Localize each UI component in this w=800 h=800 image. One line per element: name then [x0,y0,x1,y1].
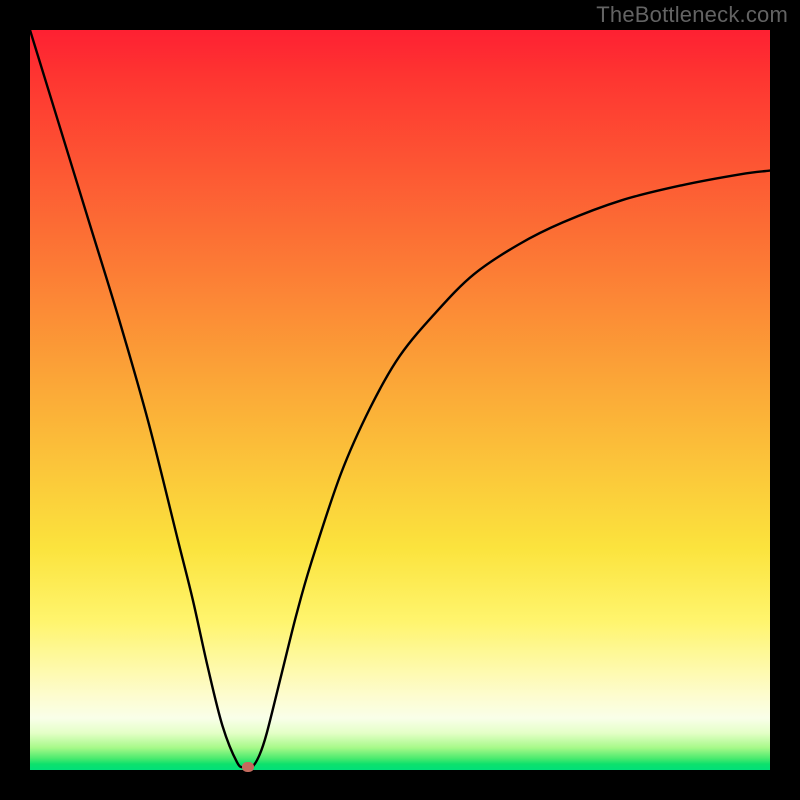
minimum-marker [242,762,254,772]
watermark-text: TheBottleneck.com [596,2,788,28]
chart-container: TheBottleneck.com [0,0,800,800]
plot-area [30,30,770,770]
gradient-background [30,30,770,770]
